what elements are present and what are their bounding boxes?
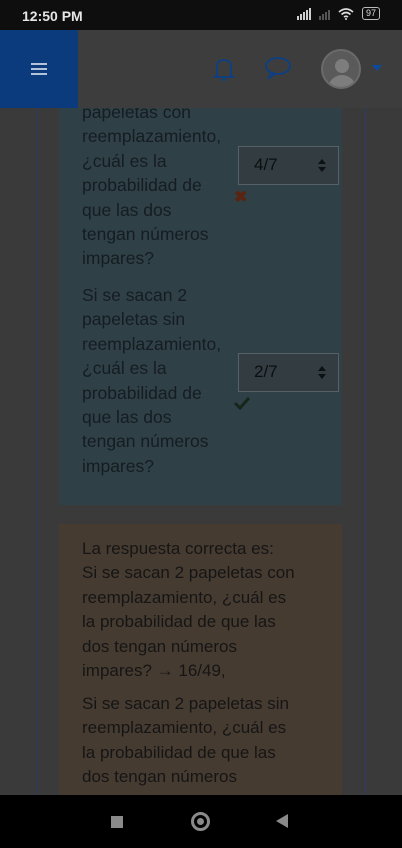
question-line: papeletas con xyxy=(82,108,191,122)
question-line: reemplazamiento, xyxy=(82,126,222,147)
feedback-line: La respuesta correcta es: xyxy=(82,539,274,558)
question-line: ¿cuál es la xyxy=(82,150,167,171)
question-line: tengan números xyxy=(82,431,209,452)
status-time: 12:50 PM xyxy=(22,8,83,24)
feedback-line: la probabilidad de que las xyxy=(82,742,276,762)
question-line: tengan números xyxy=(82,224,209,245)
top-navbar xyxy=(0,30,402,108)
feedback-line: Si se sacan 2 papeletas con xyxy=(82,563,295,583)
caret-down-icon[interactable] xyxy=(372,65,382,71)
hamburger-icon xyxy=(31,63,47,75)
question-line: impares? xyxy=(82,248,154,269)
battery-indicator: 97 xyxy=(361,7,380,20)
correct-answer-text-part2: Si se sacan 2 papeletas sin reemplazamie… xyxy=(82,692,322,790)
question-line: ¿cuál es la xyxy=(82,358,167,379)
feedback-line: reemplazamiento, ¿cuál es xyxy=(82,587,287,607)
question-line: impares? xyxy=(82,455,154,476)
square-icon[interactable] xyxy=(111,816,123,828)
question-line: probabilidad de xyxy=(82,382,202,403)
feedback-line: dos tengan números xyxy=(82,636,237,656)
signal-secondary-icon xyxy=(318,8,330,20)
selected-value: 2/7 xyxy=(254,362,278,381)
signal-icon xyxy=(296,7,311,20)
incorrect-x-icon: ✖ xyxy=(234,189,248,206)
question-line: reemplazamiento, xyxy=(82,333,222,354)
chat-bubble-icon[interactable] xyxy=(264,56,292,80)
question-line: probabilidad de xyxy=(82,175,202,196)
feedback-line: impares? → 16/49, xyxy=(82,661,226,681)
quiz-content: papeletas con reemplazamiento, ¿cuál es … xyxy=(0,108,402,795)
feedback-line: Si se sacan 2 papeletas sin xyxy=(82,694,289,713)
correct-answer-text: La respuesta correcta es: Si se sacan 2 … xyxy=(82,537,322,683)
question-part1-text: papeletas con reemplazamiento, ¿cuál es … xyxy=(82,108,242,271)
wifi-icon xyxy=(338,7,354,20)
question-part2-text: Si se sacan 2 papeletas sin reemplazamie… xyxy=(82,283,242,478)
status-bar: 12:50 PM 97 xyxy=(0,0,402,30)
answer-select-part1[interactable]: 4/7 xyxy=(238,146,339,185)
select-arrows-icon xyxy=(318,159,326,173)
question-line: Si se sacan 2 xyxy=(82,285,188,305)
system-nav-bar xyxy=(0,795,402,848)
question-line: que las dos xyxy=(82,199,172,220)
answer-select-part2[interactable]: 2/7 xyxy=(238,353,339,392)
user-avatar[interactable] xyxy=(321,49,361,89)
circle-home-icon[interactable] xyxy=(191,812,210,831)
back-triangle-icon[interactable] xyxy=(276,814,288,828)
status-icons: 97 xyxy=(296,7,380,20)
menu-button[interactable] xyxy=(0,30,78,108)
question-line: que las dos xyxy=(82,407,172,428)
bell-icon[interactable] xyxy=(212,56,236,82)
feedback-line: la probabilidad de que las xyxy=(82,612,276,632)
feedback-line: reemplazamiento, ¿cuál es xyxy=(82,718,287,738)
correct-check-icon xyxy=(233,396,251,410)
selected-value: 4/7 xyxy=(254,155,278,174)
select-arrows-icon xyxy=(318,366,326,380)
feedback-line: dos tengan números xyxy=(82,767,237,787)
question-line: papeletas sin xyxy=(82,309,186,330)
